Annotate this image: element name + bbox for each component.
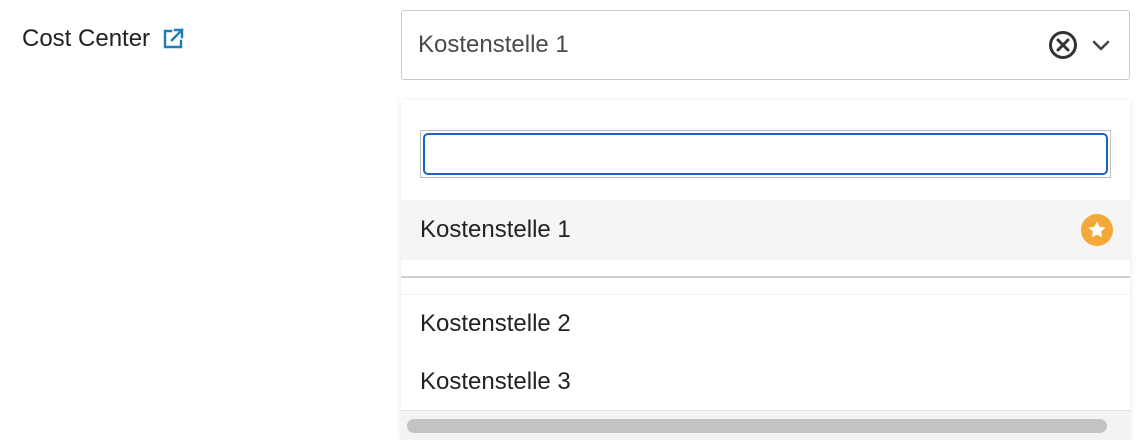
option-label: Kostenstelle 2: [420, 310, 571, 337]
select-dropdown: Kostenstelle 1 Kostenstelle 2 Kostenstel…: [401, 100, 1130, 440]
scrollbar-thumb[interactable]: [407, 419, 1107, 433]
cost-center-label: Cost Center: [22, 25, 151, 52]
field-label-row: Cost Center: [22, 24, 186, 54]
option-kostenstelle-2[interactable]: Kostenstelle 2: [401, 294, 1130, 354]
select-value: Kostenstelle 1: [418, 31, 569, 58]
search-field-wrapper: [420, 130, 1111, 178]
external-link-icon[interactable]: [160, 26, 186, 52]
horizontal-scrollbar[interactable]: [401, 410, 1130, 440]
chevron-down-icon[interactable]: [1087, 31, 1115, 59]
clear-icon[interactable]: [1047, 29, 1079, 61]
option-kostenstelle-3[interactable]: Kostenstelle 3: [401, 352, 1130, 412]
option-label: Kostenstelle 1: [420, 216, 571, 243]
star-icon[interactable]: [1081, 214, 1113, 246]
option-kostenstelle-1[interactable]: Kostenstelle 1: [401, 200, 1130, 260]
option-label: Kostenstelle 3: [420, 368, 571, 395]
search-input[interactable]: [423, 133, 1108, 175]
options-divider: [401, 276, 1130, 278]
cost-center-select[interactable]: Kostenstelle 1: [401, 10, 1130, 80]
